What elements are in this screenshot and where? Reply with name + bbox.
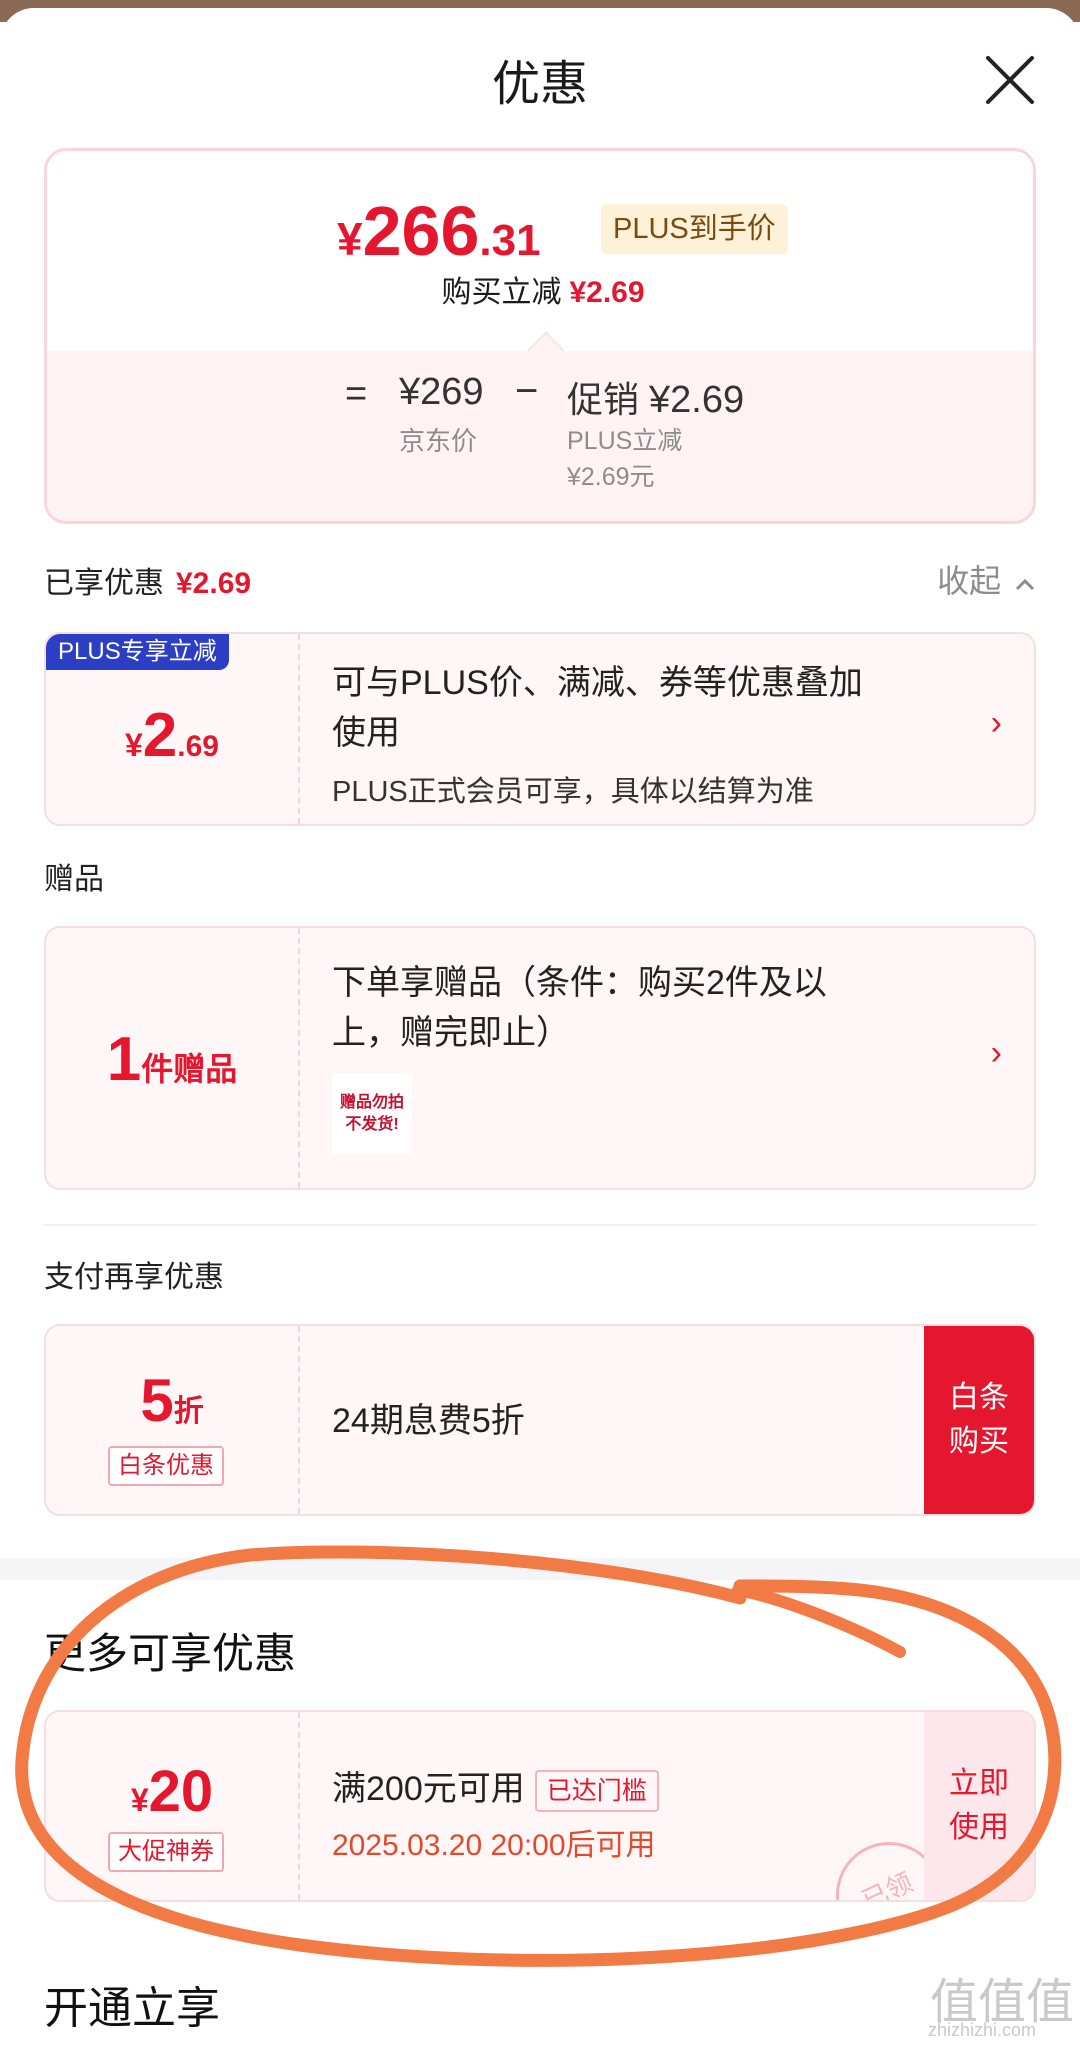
baitiao-discount-value: 5折 <box>140 1367 204 1434</box>
final-price: ¥266.31 <box>337 192 541 270</box>
gift-count: 1件赠品 <box>106 1025 238 1094</box>
more-discounts-title: 更多可享优惠 <box>44 1630 297 1677</box>
threshold-chip: 已达门槛 <box>534 1770 659 1813</box>
reduce-line: 购买立减 ¥2.69 <box>441 276 645 309</box>
coupon-desc: 满200元可用 已达门槛 <box>332 1764 659 1814</box>
plus-exclusive-badge: PLUS专享立减 <box>46 634 229 670</box>
coupon-value: ¥20 <box>130 1759 214 1824</box>
watermark-site: zhizhizhi.com <box>928 2020 1037 2040</box>
coupon-valid-date: 2025.03.20 20:00后可用 <box>332 1829 656 1862</box>
baitiao-card[interactable]: 5折 白条优惠 24期息费5折 白条 购买 <box>44 1324 1036 1516</box>
baitiao-tag: 白条优惠 <box>108 1446 224 1486</box>
promo-amount: 促销 ¥2.69 <box>567 379 745 421</box>
chevron-up-icon <box>1015 578 1035 590</box>
coupon-card[interactable]: ¥20 大促神券 满200元可用 已达门槛 2025.03.20 20:00后可用… <box>44 1710 1036 1902</box>
jd-price: ¥269 <box>399 371 484 413</box>
chevron-right-icon: › <box>990 704 1002 742</box>
coupon-tag: 大促神券 <box>108 1832 224 1872</box>
plus-price-tag: PLUS到手价 <box>601 204 788 254</box>
jd-price-label: 京东价 <box>399 426 478 456</box>
gift-desc: 下单享赠品（条件：购买2件及以 上，赠完即止） <box>332 964 827 1052</box>
plus-discount-value: ¥2.69 <box>125 701 219 770</box>
enjoyed-discount-header: 已享优惠 ¥2.69 <box>44 567 252 600</box>
promo-sub-value: ¥2.69元 <box>567 463 655 491</box>
equals-sign: = <box>345 373 368 415</box>
minus-sign: − <box>515 369 539 413</box>
page-title: 优惠 <box>491 58 588 111</box>
plus-discount-note: PLUS正式会员可享，具体以结算为准 <box>332 776 814 808</box>
gift-card[interactable]: 1件赠品 下单享赠品（条件：购买2件及以 上，赠完即止） 赠品勿拍 不发货! › <box>44 926 1036 1190</box>
close-icon[interactable] <box>982 52 1038 108</box>
baitiao-desc: 24期息费5折 <box>332 1402 525 1440</box>
promo-sub-label: PLUS立减 <box>567 427 683 455</box>
price-breakdown <box>47 351 1033 521</box>
gift-section-title: 赠品 <box>44 863 104 896</box>
collapse-toggle[interactable]: 收起 <box>937 556 1036 602</box>
section-separator <box>0 1558 1080 1580</box>
plus-discount-card[interactable]: PLUS专享立减 ¥2.69 可与PLUS价、满减、券等优惠叠加 使用 PLUS… <box>44 632 1036 826</box>
use-now-button[interactable]: 立即 使用 <box>924 1712 1034 1900</box>
pay-section-title: 支付再享优惠 <box>44 1261 224 1294</box>
baitiao-buy-button[interactable]: 白条 购买 <box>924 1326 1034 1514</box>
gift-thumbnail: 赠品勿拍 不发货! <box>332 1074 412 1154</box>
price-summary-card: ¥266.31 PLUS到手价 购买立减 ¥2.69 = ¥269 京东价 − 促… <box>44 148 1036 524</box>
chevron-right-icon: › <box>990 1034 1002 1072</box>
plus-discount-desc: 可与PLUS价、满减、券等优惠叠加 使用 <box>332 664 863 752</box>
open-membership-title: 开通立享 <box>44 1984 220 2033</box>
